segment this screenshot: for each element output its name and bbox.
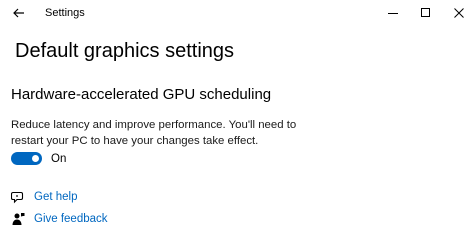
app-title: Settings <box>45 7 85 19</box>
close-icon <box>454 8 464 18</box>
help-chat-icon <box>11 190 25 204</box>
gpu-scheduling-toggle[interactable] <box>11 152 42 165</box>
give-feedback-link[interactable]: Give feedback <box>11 211 108 227</box>
gpu-scheduling-heading: Hardware-accelerated GPU scheduling <box>11 86 272 103</box>
give-feedback-label[interactable]: Give feedback <box>34 213 108 225</box>
gpu-scheduling-description: Reduce latency and improve performance. … <box>11 119 297 147</box>
back-button[interactable] <box>8 3 30 23</box>
back-arrow-icon <box>13 8 24 18</box>
get-help-label[interactable]: Get help <box>34 191 77 203</box>
toggle-knob <box>32 155 39 162</box>
toggle-state-label: On <box>51 153 67 165</box>
close-button[interactable] <box>437 0 474 26</box>
page-title: Default graphics settings <box>15 40 235 62</box>
title-bar: Settings <box>0 0 474 26</box>
maximize-icon <box>421 8 430 17</box>
feedback-person-icon <box>11 212 25 226</box>
minimize-icon <box>388 13 398 14</box>
get-help-link[interactable]: Get help <box>11 189 77 205</box>
